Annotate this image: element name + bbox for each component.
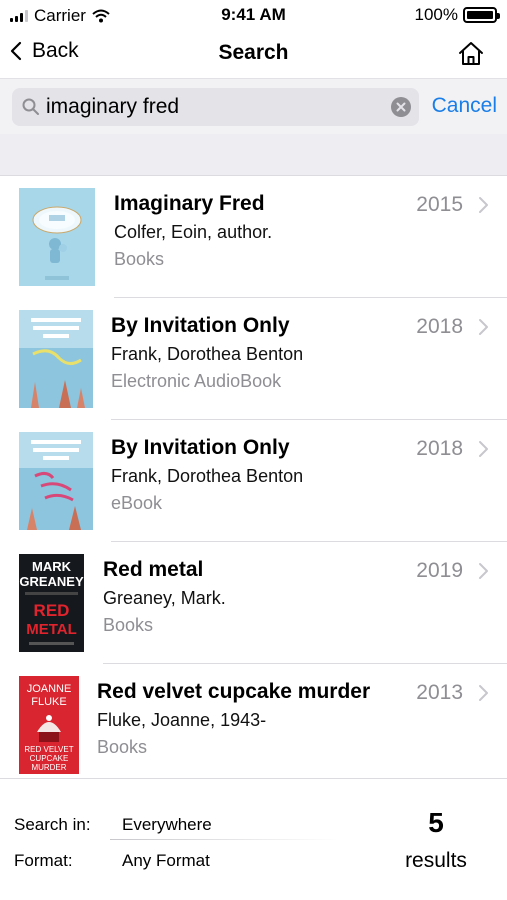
search-field[interactable] [12,88,419,126]
search-in-selector[interactable]: Everywhere [122,815,212,835]
result-row[interactable]: By Invitation Only Frank, Dorothea Bento… [0,420,507,542]
result-title: By Invitation Only [111,314,290,337]
result-author: Colfer, Eoin, author. [114,222,273,242]
result-title: Imaginary Fred [114,192,265,215]
svg-text:RED VELVET: RED VELVET [24,745,73,754]
svg-text:RED: RED [34,601,70,620]
footer-divider [110,839,340,840]
svg-text:FLUKE: FLUKE [31,696,66,708]
book-cover [19,310,93,408]
svg-text:MARK: MARK [32,559,72,574]
result-author: Greaney, Mark. [103,588,226,608]
cancel-button[interactable]: Cancel [432,94,497,118]
svg-text:JOANNE: JOANNE [27,683,72,695]
result-row[interactable]: JOANNE FLUKE RED VELVET CUPCAKE MURDER R… [0,664,507,778]
home-icon[interactable] [457,40,485,68]
search-input[interactable] [46,88,386,126]
result-year: 2013 [416,681,463,704]
format-selector[interactable]: Any Format [122,851,210,871]
result-author: Fluke, Joanne, 1943- [97,710,267,730]
search-in-label: Search in: [14,815,91,834]
search-icon [22,98,39,115]
section-header [0,134,507,176]
result-format: Books [114,249,165,269]
chevron-right-icon [479,441,488,457]
svg-text:CUPCAKE: CUPCAKE [30,754,69,763]
status-bar: Carrier 9:41 AM 100% [0,0,507,30]
result-author: Frank, Dorothea Benton [111,466,304,486]
svg-text:GREANEY: GREANEY [19,574,84,589]
chevron-right-icon [479,197,488,213]
chevron-right-icon [479,563,488,579]
back-label: Back [32,39,79,62]
battery-fill [467,11,493,19]
result-year: 2019 [416,559,463,582]
svg-text:MURDER: MURDER [31,763,66,772]
results-list: Imaginary Fred Colfer, Eoin, author. Boo… [0,176,507,778]
back-button[interactable]: Back [10,39,79,63]
result-format: Books [103,615,154,635]
book-cover [19,188,95,286]
chevron-right-icon [479,685,488,701]
book-cover [19,432,93,530]
navigation-bar: Back Search [0,30,507,78]
book-cover: MARK GREANEY RED METAL [19,554,84,652]
chevron-left-icon [10,41,22,61]
result-year: 2018 [416,315,463,338]
result-title: By Invitation Only [111,436,290,459]
result-count: 5 [428,807,444,838]
result-year: 2015 [416,193,463,216]
book-cover: JOANNE FLUKE RED VELVET CUPCAKE MURDER [19,676,79,774]
results-label: results [405,849,467,872]
result-year: 2018 [416,437,463,460]
chevron-right-icon [479,319,488,335]
search-bar: Cancel [0,78,507,134]
result-row[interactable]: MARK GREANEY RED METAL Red metal Greaney… [0,542,507,664]
svg-text:METAL: METAL [26,621,77,638]
result-title: Red velvet cupcake murder [97,680,371,703]
result-row[interactable]: By Invitation Only Frank, Dorothea Bento… [0,298,507,420]
result-author: Frank, Dorothea Benton [111,344,304,364]
clear-search-icon[interactable] [391,97,411,117]
result-format: Books [97,737,148,757]
format-label: Format: [14,851,73,870]
status-right: 100% [414,5,500,25]
result-format: eBook [111,493,163,513]
battery-percent: 100% [414,5,458,24]
battery-icon [463,7,500,23]
result-format: Electronic AudioBook [111,371,282,391]
result-title: Red metal [103,558,204,581]
search-footer: Search in: Everywhere Format: Any Format… [0,778,507,900]
result-row[interactable]: Imaginary Fred Colfer, Eoin, author. Boo… [0,176,507,298]
